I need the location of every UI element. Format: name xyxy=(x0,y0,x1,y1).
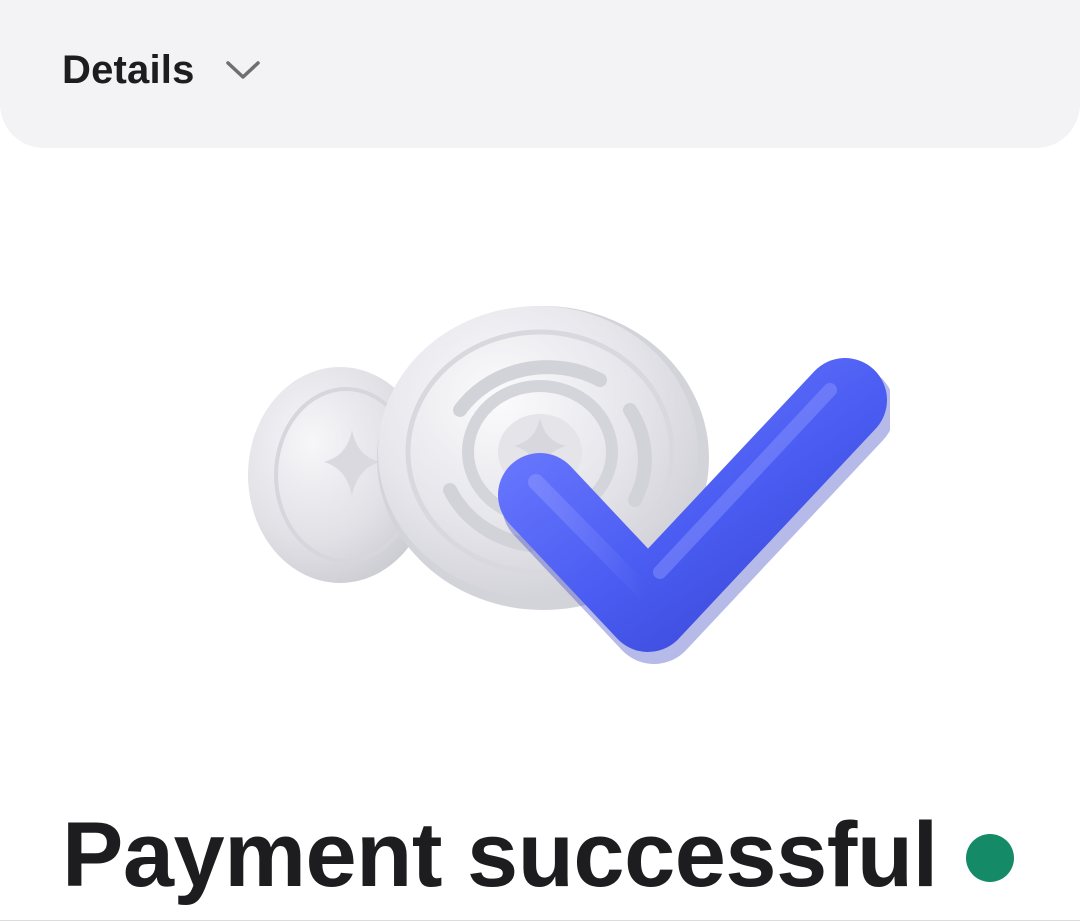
page-title: Payment successful xyxy=(62,804,938,906)
details-toggle[interactable]: Details xyxy=(62,44,261,96)
status-row: Payment successful xyxy=(62,800,1014,910)
details-panel: Details xyxy=(0,0,1080,148)
payment-success-illustration xyxy=(240,290,895,680)
status-indicator-dot xyxy=(965,834,1014,882)
chevron-down-icon xyxy=(225,58,261,82)
details-label: Details xyxy=(62,47,195,92)
